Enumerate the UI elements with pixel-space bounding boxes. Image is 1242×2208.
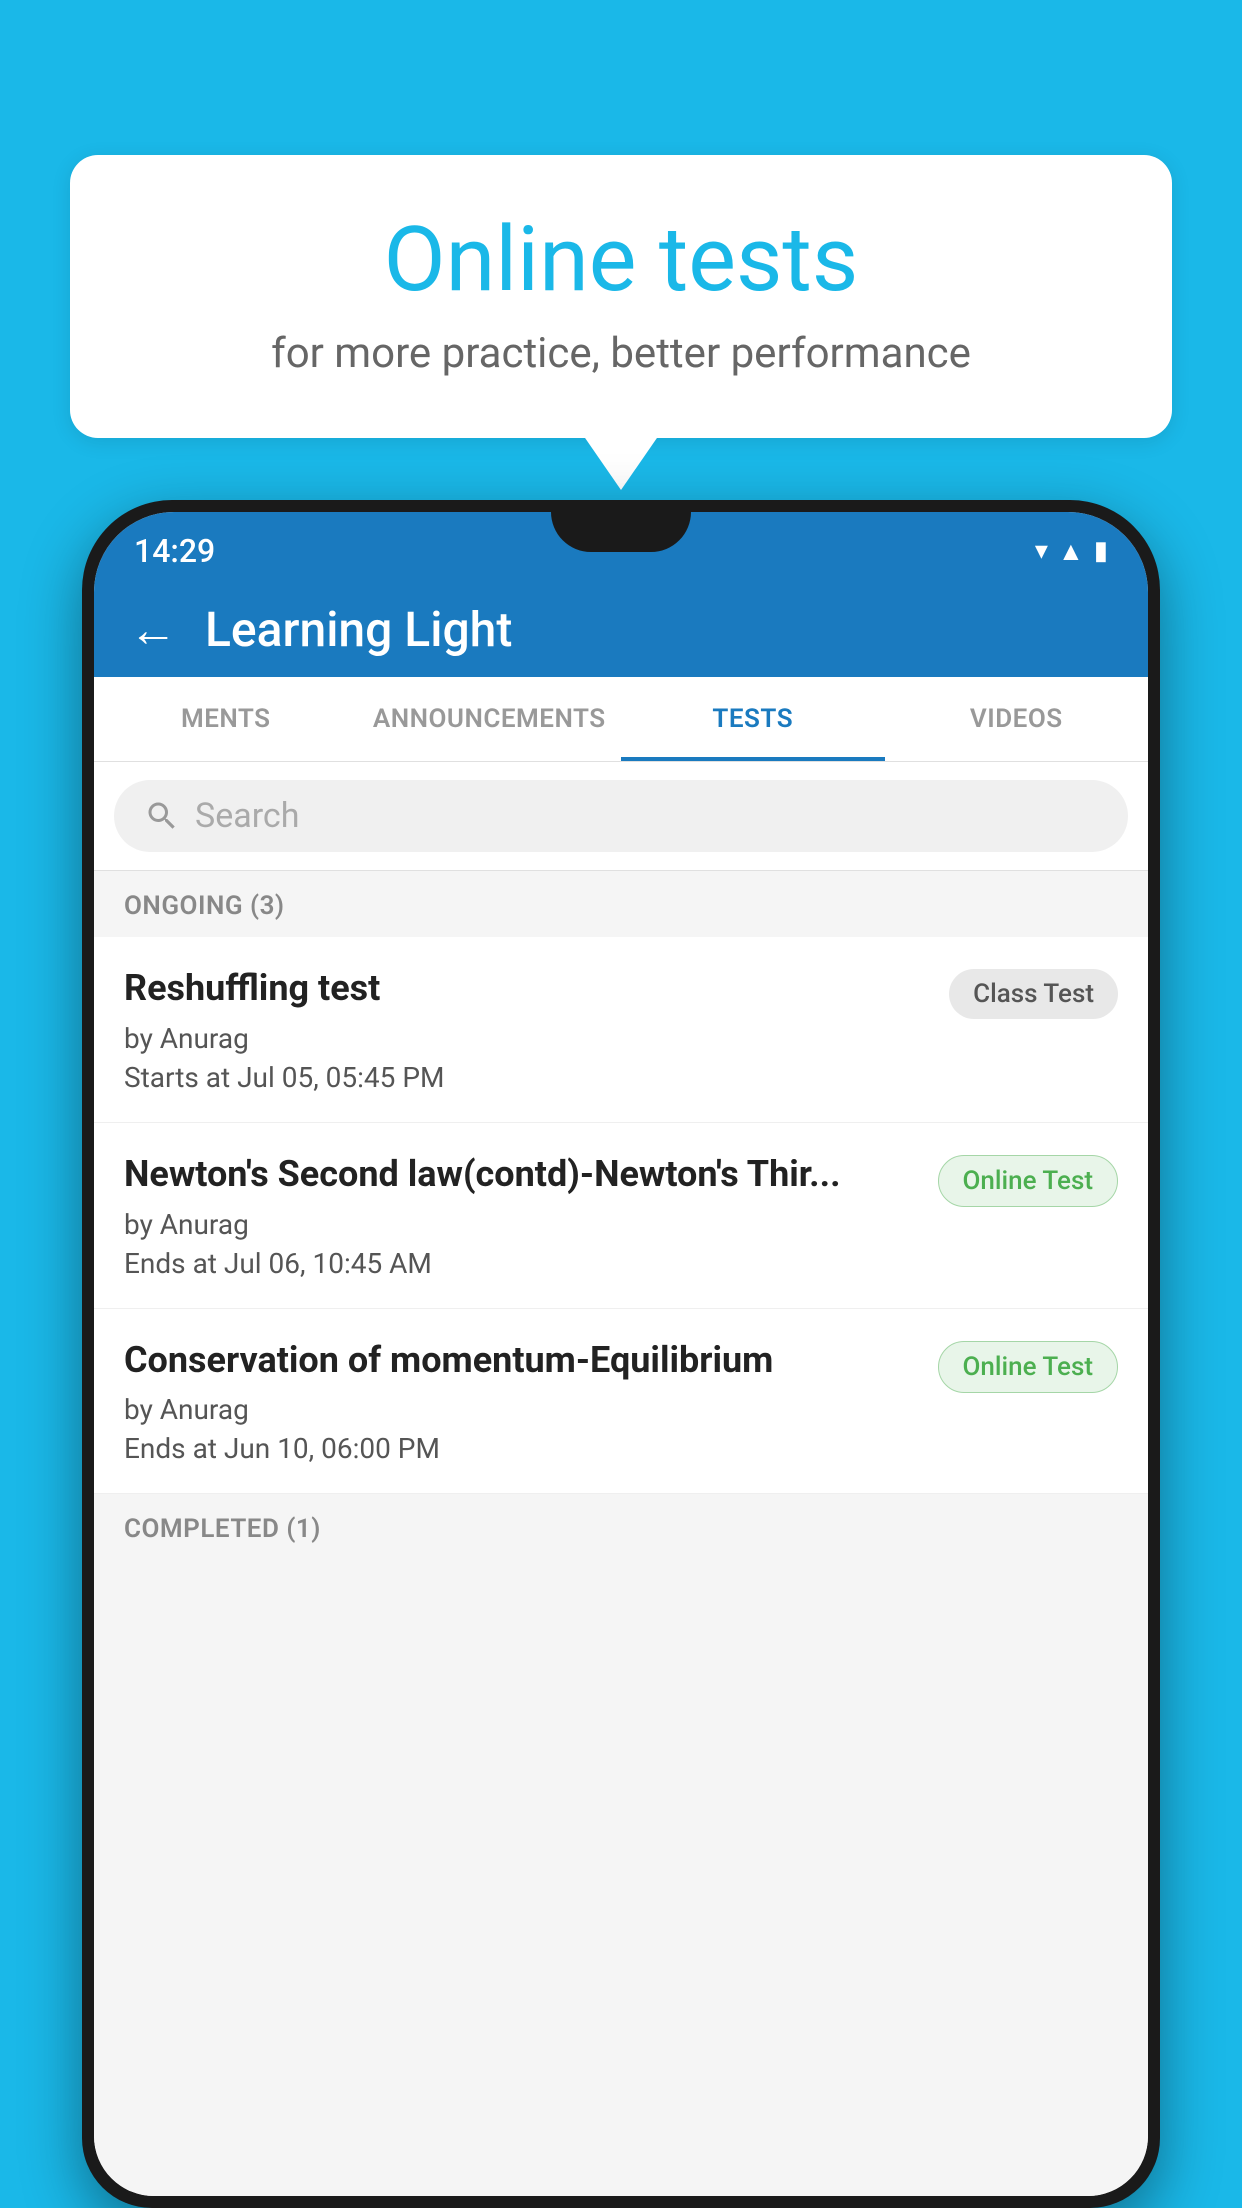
app-title: Learning Light <box>205 601 512 658</box>
test-date: Ends at Jun 10, 06:00 PM <box>124 1432 918 1465</box>
tab-tests[interactable]: TESTS <box>621 677 885 761</box>
phone-frame: 14:29 ▾ ▲ ▮ ← Learning Light MENTS ANNOU… <box>82 500 1160 2208</box>
completed-label: COMPLETED (1) <box>124 1514 321 1544</box>
tab-videos[interactable]: VIDEOS <box>885 677 1149 761</box>
test-info: Newton's Second law(contd)-Newton's Thir… <box>124 1151 918 1280</box>
content-area: Search ONGOING (3) Reshuffling test by A… <box>94 762 1148 2196</box>
tab-ments[interactable]: MENTS <box>94 677 358 761</box>
test-author: by Anurag <box>124 1208 918 1241</box>
test-date: Ends at Jul 06, 10:45 AM <box>124 1247 918 1280</box>
test-item[interactable]: Newton's Second law(contd)-Newton's Thir… <box>94 1123 1148 1309</box>
test-name: Conservation of momentum-Equilibrium <box>124 1337 918 1384</box>
tabs-bar: MENTS ANNOUNCEMENTS TESTS VIDEOS <box>94 677 1148 762</box>
test-name: Newton's Second law(contd)-Newton's Thir… <box>124 1151 918 1198</box>
test-info: Reshuffling test by Anurag Starts at Jul… <box>124 965 929 1094</box>
back-button[interactable]: ← <box>129 601 177 658</box>
search-container: Search <box>94 762 1148 871</box>
test-badge-online: Online Test <box>938 1155 1119 1207</box>
phone-notch <box>551 512 691 552</box>
test-badge-class: Class Test <box>949 969 1118 1019</box>
ongoing-label: ONGOING (3) <box>124 891 285 921</box>
status-icons: ▾ ▲ ▮ <box>1035 536 1108 567</box>
status-time: 14:29 <box>134 532 215 570</box>
test-author: by Anurag <box>124 1393 918 1426</box>
test-item[interactable]: Reshuffling test by Anurag Starts at Jul… <box>94 937 1148 1123</box>
search-input[interactable]: Search <box>195 796 299 836</box>
tab-announcements[interactable]: ANNOUNCEMENTS <box>358 677 622 761</box>
test-badge-online: Online Test <box>938 1341 1119 1393</box>
test-name: Reshuffling test <box>124 965 929 1012</box>
signal-icon: ▲ <box>1058 536 1084 567</box>
app-bar: ← Learning Light <box>94 582 1148 677</box>
phone-inner: 14:29 ▾ ▲ ▮ ← Learning Light MENTS ANNOU… <box>94 512 1148 2196</box>
test-item[interactable]: Conservation of momentum-Equilibrium by … <box>94 1309 1148 1495</box>
test-author: by Anurag <box>124 1022 929 1055</box>
battery-icon: ▮ <box>1094 536 1108 566</box>
bubble-subtitle: for more practice, better performance <box>130 329 1112 378</box>
ongoing-section-header: ONGOING (3) <box>94 871 1148 937</box>
completed-section-header: COMPLETED (1) <box>94 1494 1148 1554</box>
search-icon <box>144 798 180 834</box>
bubble-title: Online tests <box>130 210 1112 309</box>
wifi-icon: ▾ <box>1035 536 1048 566</box>
search-box[interactable]: Search <box>114 780 1128 852</box>
test-date: Starts at Jul 05, 05:45 PM <box>124 1061 929 1094</box>
test-info: Conservation of momentum-Equilibrium by … <box>124 1337 918 1466</box>
speech-bubble: Online tests for more practice, better p… <box>70 155 1172 438</box>
